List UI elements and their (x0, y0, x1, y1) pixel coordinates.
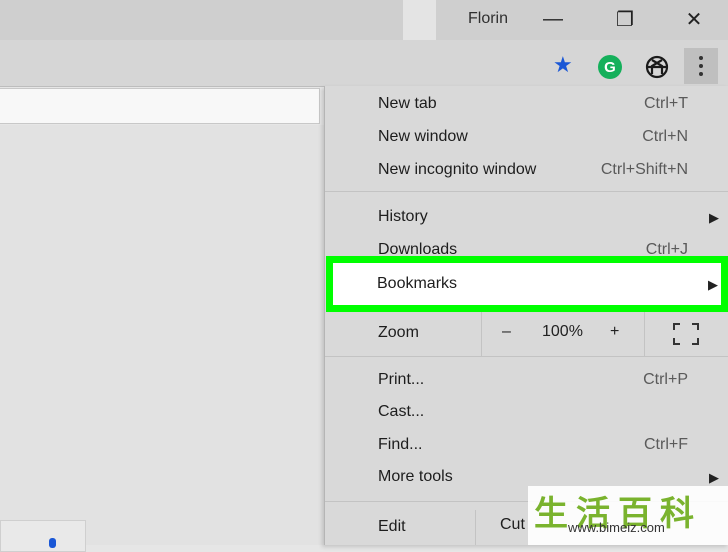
page-content (0, 125, 324, 545)
menu-dot (699, 72, 703, 76)
menu-item-label: Cast... (378, 403, 425, 420)
menu-item-bookmarks[interactable]: Bookmarks ▶ (326, 256, 728, 312)
menu-item-print[interactable]: Print... Ctrl+P (325, 364, 728, 397)
menu-item-label: Edit (378, 518, 406, 535)
openai-knot-icon[interactable] (644, 54, 670, 80)
profile-name[interactable]: Florin (468, 10, 508, 28)
menu-item-new-tab[interactable]: New tab Ctrl+T (325, 88, 728, 121)
zoom-level: 100% (542, 323, 583, 340)
close-icon: ✕ (685, 8, 703, 31)
edit-cut-label: Cut (500, 516, 525, 533)
menu-item-label: Bookmarks (377, 275, 458, 292)
grammarly-extension-icon[interactable]: G (598, 55, 622, 79)
menu-item-shortcut: Ctrl+F (644, 436, 688, 453)
address-bar[interactable] (0, 88, 320, 124)
menu-item-shortcut: Ctrl+P (643, 371, 688, 388)
minimize-button[interactable]: — (538, 6, 568, 32)
close-button[interactable]: ✕ (679, 6, 709, 32)
minimize-icon: — (543, 7, 563, 30)
menu-item-zoom: Zoom – 100% + (325, 312, 728, 356)
menu-dot (699, 56, 703, 60)
menu-item-shortcut: Ctrl+T (644, 95, 688, 112)
submenu-arrow-icon: ▶ (709, 210, 719, 225)
menu-item-label: New incognito window (378, 161, 537, 178)
menu-item-label: More tools (378, 468, 453, 485)
menu-separator (325, 356, 728, 357)
menu-item-new-incognito-window[interactable]: New incognito window Ctrl+Shift+N (325, 154, 728, 187)
menu-item-find[interactable]: Find... Ctrl+F (325, 429, 728, 462)
grammarly-letter: G (604, 58, 616, 76)
zoom-controls: – 100% + (481, 312, 645, 356)
edit-cut-button[interactable]: Cut (475, 510, 525, 545)
menu-item-label: Zoom (378, 324, 419, 341)
menu-separator (325, 191, 728, 192)
submenu-arrow-icon: ▶ (709, 470, 719, 485)
restore-icon: ❐ (616, 8, 634, 31)
star-icon[interactable]: ★ (553, 54, 573, 76)
menu-item-shortcut: Ctrl+Shift+N (600, 161, 688, 178)
menu-item-label: New tab (378, 95, 437, 112)
menu-item-label: Print... (378, 371, 425, 388)
menu-item-label: Find... (378, 436, 423, 453)
chrome-menu-button[interactable] (684, 48, 718, 84)
menu-item-label: History (378, 208, 428, 225)
menu-item-new-window[interactable]: New window Ctrl+N (325, 121, 728, 154)
page-content-box (0, 520, 86, 552)
restore-button[interactable]: ❐ (610, 6, 640, 32)
zoom-in-button[interactable]: + (610, 323, 619, 341)
watermark-url: www.bimeiz.com (568, 520, 665, 535)
menu-item-label: New window (378, 128, 468, 145)
watermark: 生活百科 www.bimeiz.com (528, 486, 728, 545)
page-blue-marker (49, 538, 56, 548)
menu-item-cast[interactable]: Cast... (325, 396, 728, 429)
menu-dot (699, 64, 703, 68)
fullscreen-icon[interactable] (673, 323, 699, 345)
menu-item-shortcut: Ctrl+N (642, 128, 688, 145)
submenu-arrow-icon: ▶ (708, 277, 718, 292)
menu-item-history[interactable]: History ▶ (325, 201, 728, 234)
chrome-menu: New tab Ctrl+T New window Ctrl+N New inc… (324, 86, 728, 545)
tab-strip-gap (403, 0, 436, 40)
zoom-out-button[interactable]: – (502, 323, 511, 341)
